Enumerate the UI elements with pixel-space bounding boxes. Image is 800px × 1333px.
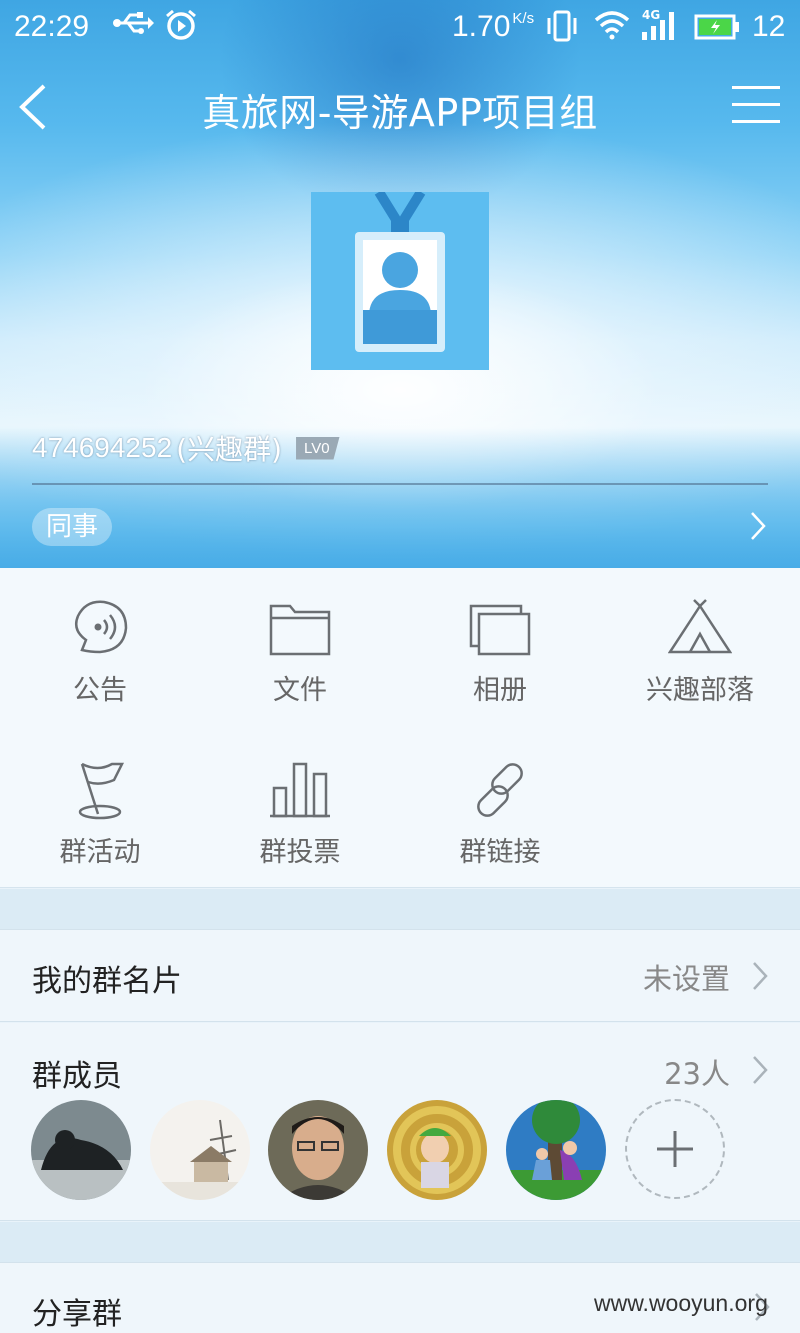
- group-level-badge: LV0: [296, 436, 340, 460]
- group-avatar[interactable]: [311, 189, 489, 370]
- battery-icon: [694, 13, 740, 48]
- flag-icon: [78, 762, 125, 820]
- menu-line: [732, 120, 780, 123]
- group-activity-button[interactable]: 群活动: [0, 730, 200, 880]
- group-type: (兴趣群): [176, 433, 283, 466]
- my-group-card-value: 未设置: [642, 962, 730, 996]
- menu-button[interactable]: [732, 86, 780, 126]
- group-info: 474694252 (兴趣群) LV0: [32, 428, 340, 468]
- menu-line: [732, 103, 780, 106]
- bar-chart-icon: [270, 762, 330, 818]
- vibrate-icon: [545, 10, 579, 50]
- announcement-button[interactable]: 公告: [0, 568, 200, 718]
- member-avatar[interactable]: [268, 1100, 368, 1200]
- group-tag-row[interactable]: 同事: [0, 500, 800, 560]
- my-group-card-label: 我的群名片: [32, 964, 182, 999]
- navigation-bar: 真旅网-导游APP项目组: [0, 60, 800, 150]
- chevron-right-icon: [748, 510, 768, 546]
- member-avatar[interactable]: [506, 1100, 606, 1200]
- member-avatar[interactable]: [387, 1100, 487, 1200]
- group-activity-label: 群活动: [59, 837, 141, 868]
- group-tag: 同事: [32, 508, 113, 546]
- battery-level: 12: [752, 10, 786, 43]
- menu-line: [732, 86, 780, 89]
- plus-icon: [657, 1131, 693, 1167]
- announcement-label: 公告: [73, 675, 127, 706]
- my-group-card-row[interactable]: 我的群名片 未设置: [0, 929, 800, 1022]
- tent-icon: [668, 599, 732, 654]
- member-avatar[interactable]: [150, 1100, 250, 1200]
- section-gap: [0, 1222, 800, 1262]
- chevron-right-icon: [750, 1054, 770, 1090]
- album-label: 相册: [473, 675, 527, 706]
- album-icon: [469, 604, 531, 656]
- section-gap: [0, 889, 800, 929]
- signal-icon: [640, 8, 680, 50]
- folder-icon: [269, 604, 331, 656]
- status-time: 22:29: [14, 10, 90, 43]
- divider: [32, 483, 768, 485]
- group-vote-label: 群投票: [259, 837, 341, 868]
- interest-tribe-label: 兴趣部落: [646, 675, 754, 706]
- usb-icon: [112, 8, 154, 46]
- group-link-label: 群链接: [459, 837, 541, 868]
- page-title: 真旅网-导游APP项目组: [202, 91, 598, 135]
- album-button[interactable]: 相册: [400, 568, 600, 718]
- alarm-icon: [164, 8, 198, 50]
- wifi-icon: [594, 10, 630, 48]
- group-id: 474694252: [32, 432, 173, 463]
- share-group-label: 分享群: [32, 1297, 122, 1332]
- group-vote-button[interactable]: 群投票: [200, 730, 400, 880]
- link-icon: [477, 763, 523, 817]
- files-button[interactable]: 文件: [200, 568, 400, 718]
- id-badge-icon: [311, 189, 489, 370]
- group-link-button[interactable]: 群链接: [400, 730, 600, 880]
- group-members-label: 群成员: [32, 1059, 122, 1094]
- status-bar: 22:29 1.70 K/s 4G 12: [0, 0, 800, 56]
- member-avatar[interactable]: [31, 1100, 131, 1200]
- function-grid: 公告 文件 相册 兴趣部落 群活动 群投票 群链接: [0, 568, 800, 888]
- files-label: 文件: [273, 675, 327, 706]
- add-member-button[interactable]: [625, 1099, 725, 1199]
- network-speed: 1.70 K/s: [452, 10, 535, 43]
- group-members-count: 23人: [664, 1057, 730, 1091]
- chevron-right-icon: [750, 960, 770, 996]
- watermark: www.wooyun.org: [594, 1290, 768, 1316]
- interest-tribe-button[interactable]: 兴趣部落: [600, 568, 800, 718]
- announcement-icon: [75, 600, 128, 654]
